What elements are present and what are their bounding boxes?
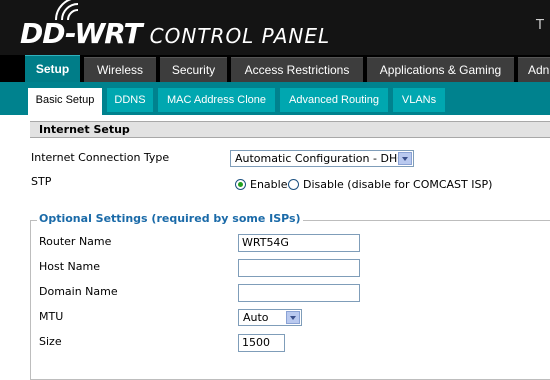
header-corner-text: T: [536, 18, 544, 33]
tab-setup[interactable]: Setup: [25, 55, 80, 82]
tab-security[interactable]: Security: [160, 57, 227, 82]
size-label: Size: [39, 335, 62, 348]
mtu-value: Auto: [243, 311, 269, 324]
section-title-internet-setup: Internet Setup: [30, 121, 550, 138]
stp-label: STP: [31, 175, 52, 188]
connection-type-label: Internet Connection Type: [31, 151, 170, 164]
stp-disable-label: Disable (disable for COMCAST ISP): [303, 178, 493, 191]
main-content: Internet Setup Internet Connection Type …: [0, 115, 550, 380]
page-title: CONTROL PANEL: [149, 24, 331, 48]
tab-wireless[interactable]: Wireless: [84, 57, 156, 82]
domain-name-input[interactable]: [238, 284, 360, 302]
subtab-vlans[interactable]: VLANs: [393, 88, 445, 112]
stp-enable-radio[interactable]: [235, 179, 246, 190]
tab-access-restrictions[interactable]: Access Restrictions: [231, 57, 363, 82]
main-tabs: Setup Wireless Security Access Restricti…: [0, 55, 550, 82]
chevron-down-icon: [398, 152, 412, 165]
optional-settings-legend: Optional Settings (required by some ISPs…: [37, 212, 303, 225]
app-header: DD-WRT CONTROL PANEL T: [0, 0, 550, 55]
logo-mark: DD-WRT: [20, 17, 143, 50]
subtab-ddns[interactable]: DDNS: [107, 88, 153, 112]
stp-disable-radio[interactable]: [288, 179, 299, 190]
domain-name-label: Domain Name: [39, 285, 118, 298]
size-input[interactable]: 1500: [238, 334, 285, 352]
logo: DD-WRT CONTROL PANEL: [20, 17, 330, 51]
subtab-mac-address-clone[interactable]: MAC Address Clone: [158, 88, 275, 112]
host-name-input[interactable]: [238, 259, 360, 277]
chevron-down-icon: [286, 311, 300, 324]
mtu-select[interactable]: Auto: [238, 309, 302, 326]
connection-type-select[interactable]: Automatic Configuration - DHCP: [230, 150, 414, 167]
subtab-advanced-routing[interactable]: Advanced Routing: [280, 88, 388, 112]
connection-type-value: Automatic Configuration - DHCP: [235, 152, 412, 165]
tab-administration[interactable]: Adn: [518, 57, 550, 82]
router-name-input[interactable]: WRT54G: [238, 234, 360, 252]
host-name-label: Host Name: [39, 260, 100, 273]
stp-enable-label: Enable: [250, 178, 288, 191]
router-name-label: Router Name: [39, 235, 112, 248]
subtab-basic-setup[interactable]: Basic Setup: [28, 88, 102, 115]
mtu-label: MTU: [39, 310, 64, 323]
tab-applications-gaming[interactable]: Applications & Gaming: [367, 57, 514, 82]
sub-tabs: Basic Setup DDNS MAC Address Clone Advan…: [0, 82, 550, 115]
